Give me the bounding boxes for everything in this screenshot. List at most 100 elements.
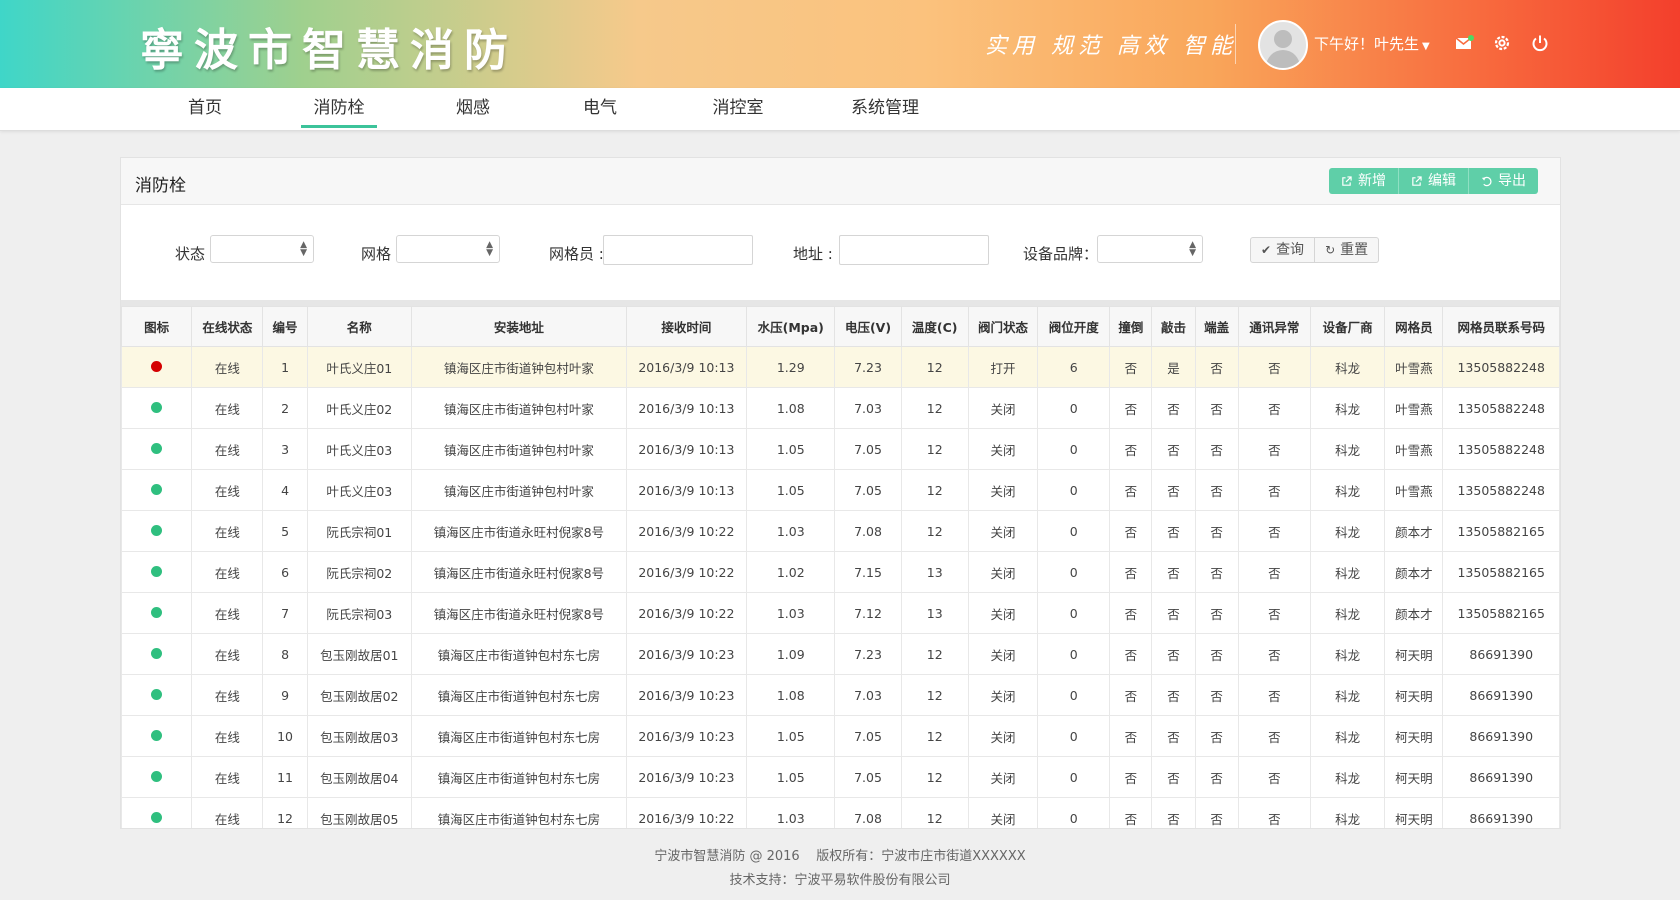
table-cell: 科龙 [1309,674,1386,716]
table-cell: 12 [900,633,969,675]
avatar[interactable] [1258,20,1308,70]
select-arrows-icon: ▲ ▼ [1189,240,1196,258]
table-cell: 13505882165 [1442,510,1560,552]
table-cell: 1.05 [746,756,836,798]
table-cell: 科龙 [1309,797,1386,828]
table-cell: 叶雪燕 [1384,387,1444,429]
table-cell: 1.08 [746,387,836,429]
export-button[interactable]: 导出 [1469,168,1538,194]
table-row[interactable]: 在线 12 包玉刚故居05 镇海区庄市街道钟包村东七房 2016/3/9 10:22 1.… [121,797,1560,828]
table-row[interactable]: 在线 11 包玉刚故居04 镇海区庄市街道钟包村东七房 2016/3/9 10:23 1.… [121,756,1560,798]
table-cell: 叶氏义庄03 [306,469,412,511]
grid-select[interactable]: ▲ ▼ [396,235,500,263]
external-link-icon [1342,175,1352,186]
nav-smoke[interactable]: 烟感 [450,88,496,128]
table-cell: 1.09 [746,633,836,675]
reset-button[interactable]: ↻ 重置 [1315,237,1380,263]
edit-button[interactable]: 编辑 [1399,168,1469,194]
table-row[interactable]: 在线 1 叶氏义庄01 镇海区庄市街道钟包村叶家 2016/3/9 10:13 1.29 7… [121,346,1560,388]
user-menu[interactable]: 下午好！叶先生 ▼ [1314,33,1430,54]
table-cell: 科龙 [1309,756,1386,798]
gridman-input[interactable] [603,235,753,265]
table-cell: 否 [1109,797,1153,828]
check-icon: ✔ [1261,243,1272,257]
table-cell: 颜本才 [1384,551,1444,593]
table-row[interactable]: 在线 6 阮氏宗祠02 镇海区庄市街道永旺村倪家8号 2016/3/9 10:22 1.0… [121,551,1560,593]
table-row[interactable]: 在线 7 阮氏宗祠03 镇海区庄市街道永旺村倪家8号 2016/3/9 10:22 1.0… [121,592,1560,634]
table-cell: 柯天明 [1384,797,1444,828]
table-cell: 6 [262,551,308,593]
online-dot-icon [151,565,163,577]
table-cell: 柯天明 [1384,633,1444,675]
nav-system[interactable]: 系统管理 [850,88,920,128]
nav-electric[interactable]: 电气 [577,88,623,128]
table-row[interactable]: 在线 9 包玉刚故居02 镇海区庄市街道钟包村东七房 2016/3/9 10:23 1.0… [121,674,1560,716]
table-cell: 在线 [191,510,264,552]
table-row[interactable]: 在线 4 叶氏义庄03 镇海区庄市街道钟包村叶家 2016/3/9 10:13 1.05 7… [121,469,1560,511]
table-row[interactable]: 在线 10 包玉刚故居03 镇海区庄市街道钟包村东七房 2016/3/9 10:23 1.… [121,715,1560,757]
table-cell: 2016/3/9 10:23 [625,633,748,675]
table-cell: 科龙 [1309,387,1386,429]
table-cell: 否 [1151,428,1196,470]
address-input[interactable] [839,235,989,265]
table-row[interactable]: 在线 8 包玉刚故居01 镇海区庄市街道钟包村东七房 2016/3/9 10:23 1.0… [121,633,1560,675]
table-cell: 12 [900,797,969,828]
column-header: 端盖 [1194,306,1239,347]
table-cell: 叶氏义庄01 [306,346,412,388]
table-cell: 5 [262,510,308,552]
table-cell: 否 [1194,551,1239,593]
gear-icon[interactable] [1492,33,1512,53]
app-header: 寧波市智慧消防 实用 规范 高效 智能 下午好！叶先生 ▼ [0,0,1680,88]
table-cell: 否 [1151,674,1196,716]
table-cell: 7.05 [834,469,902,511]
table-cell: 否 [1194,387,1239,429]
online-dot-icon [151,811,163,823]
table-cell: 0 [1037,797,1111,828]
table-cell: 在线 [191,633,264,675]
table-cell: 否 [1194,428,1239,470]
table-cell: 科龙 [1309,592,1386,634]
table-cell: 否 [1151,510,1196,552]
table-cell: 柯天明 [1384,756,1444,798]
table-row[interactable]: 在线 5 阮氏宗祠01 镇海区庄市街道永旺村倪家8号 2016/3/9 10:22 1.0… [121,510,1560,552]
status-icon-cell [121,469,193,511]
nav-home[interactable]: 首页 [182,88,228,128]
column-header: 编号 [262,306,308,347]
table-cell: 2016/3/9 10:22 [625,510,748,552]
table-cell: 否 [1237,633,1312,675]
mail-icon[interactable] [1454,33,1474,53]
nav-hydrant[interactable]: 消防栓 [301,88,377,128]
table-cell: 关闭 [967,510,1039,552]
add-button[interactable]: 新增 [1329,168,1399,194]
table-cell: 在线 [191,551,264,593]
table-cell: 否 [1151,387,1196,429]
table-cell: 否 [1194,674,1239,716]
table-cell: 否 [1109,715,1153,757]
table-cell: 否 [1109,346,1153,388]
table-cell: 否 [1151,715,1196,757]
table-row[interactable]: 在线 3 叶氏义庄03 镇海区庄市街道钟包村叶家 2016/3/9 10:13 1.05 7… [121,428,1560,470]
refresh-icon: ↻ [1325,243,1336,257]
table-row[interactable]: 在线 2 叶氏义庄02 镇海区庄市街道钟包村叶家 2016/3/9 10:13 1.08 7… [121,387,1560,429]
table-cell: 在线 [191,346,264,388]
table-cell: 12 [900,715,969,757]
table-cell: 镇海区庄市街道永旺村倪家8号 [410,510,627,552]
column-header: 阀位开度 [1037,306,1111,347]
power-icon[interactable] [1530,33,1550,53]
query-button[interactable]: ✔ 查询 [1250,237,1316,263]
brand-select[interactable]: ▲ ▼ [1097,235,1203,263]
column-header: 名称 [306,306,412,347]
status-icon-cell [121,387,193,429]
table-cell: 0 [1037,633,1111,675]
select-arrows-icon: ▲ ▼ [486,240,493,258]
table-cell: 否 [1237,428,1312,470]
table-cell: 否 [1151,633,1196,675]
table-cell: 关闭 [967,756,1039,798]
table-cell: 否 [1109,387,1153,429]
nav-control-room[interactable]: 消控室 [706,88,770,128]
table-cell: 否 [1237,715,1312,757]
table-cell: 阮氏宗祠02 [306,551,412,593]
status-select[interactable]: ▲ ▼ [210,235,314,263]
table-cell: 12 [900,387,969,429]
table-cell: 科龙 [1309,469,1386,511]
